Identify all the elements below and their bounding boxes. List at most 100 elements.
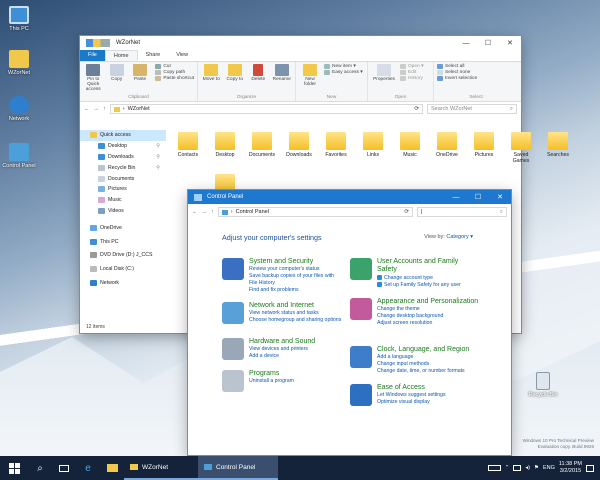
copy-to-button[interactable]: Copy to xyxy=(225,64,246,93)
refresh-icon[interactable]: ⟳ xyxy=(404,209,412,215)
close-button[interactable]: ✕ xyxy=(499,36,521,50)
cut-button[interactable]: Cut xyxy=(155,64,194,69)
category-link-save-backup-copies-of-your-files-with-file-history[interactable]: Save backup copies of your files with Fi… xyxy=(249,273,342,287)
desktop-icon-recycle-bin[interactable]: Recycle Bin xyxy=(526,372,560,398)
taskbar-app-control-panel[interactable]: Control Panel xyxy=(198,456,278,480)
category-link-change-desktop-background[interactable]: Change desktop background xyxy=(377,313,478,320)
category-link-let-windows-suggest-settings[interactable]: Let Windows suggest settings xyxy=(377,392,446,399)
start-button[interactable] xyxy=(0,456,28,480)
tab-home[interactable]: Home xyxy=(104,50,138,61)
select-none-button[interactable]: Select none xyxy=(437,70,477,75)
forward-arrow-icon[interactable]: → xyxy=(202,209,208,215)
up-arrow-icon[interactable]: ↑ xyxy=(211,209,214,215)
category-title-link[interactable]: Ease of Access xyxy=(377,384,446,392)
tab-share[interactable]: Share xyxy=(138,50,169,61)
language-indicator[interactable]: ENG xyxy=(543,465,555,471)
close-button[interactable]: ✕ xyxy=(489,190,511,204)
category-link-change-account-type[interactable]: Change account type xyxy=(377,275,480,282)
notifications-icon[interactable] xyxy=(586,464,594,472)
file-explorer-button[interactable] xyxy=(100,456,124,480)
nav-item-desktop[interactable]: Desktop ⚲ xyxy=(80,141,166,152)
nav-item-pictures[interactable]: Pictures xyxy=(80,184,166,195)
taskbar-app-wzornet[interactable]: WZorNet xyxy=(124,456,198,480)
category-link-change-date-time-or-number-formats[interactable]: Change date, time, or number formats xyxy=(377,368,469,375)
paste-shortcut-button[interactable]: Paste shortcut xyxy=(155,76,194,81)
refresh-icon[interactable]: ⟳ xyxy=(414,106,422,112)
category-title-link[interactable]: Clock, Language, and Region xyxy=(377,346,469,354)
category-title-link[interactable]: Programs xyxy=(249,370,294,378)
move-to-button[interactable]: Move to xyxy=(201,64,222,93)
category-link-change-input-methods[interactable]: Change input methods xyxy=(377,361,469,368)
folder-contacts[interactable]: Contacts xyxy=(172,132,204,158)
back-arrow-icon[interactable]: ← xyxy=(192,209,198,215)
rename-button[interactable]: Rename xyxy=(272,64,293,93)
maximize-button[interactable]: ☐ xyxy=(467,190,489,204)
nav-item-quick-access[interactable]: Quick access xyxy=(80,130,166,141)
desktop-icon-this-pc[interactable]: This PC xyxy=(2,6,36,32)
category-link-uninstall-a-program[interactable]: Uninstall a program xyxy=(249,378,294,385)
category-link-add-a-device[interactable]: Add a device xyxy=(249,353,315,360)
edit-button[interactable]: Edit xyxy=(400,70,423,75)
category-title-link[interactable]: Appearance and Personalization xyxy=(377,298,478,306)
minimize-button[interactable]: — xyxy=(445,190,467,204)
category-title-link[interactable]: System and Security xyxy=(249,258,342,266)
tab-view[interactable]: View xyxy=(168,50,196,61)
invert-selection-button[interactable]: Invert selection xyxy=(437,76,477,81)
category-link-find-and-fix-problems[interactable]: Find and fix problems xyxy=(249,287,342,294)
cp-search-input[interactable]: | ⌕ xyxy=(417,207,507,217)
nav-item-videos[interactable]: Videos xyxy=(80,206,166,217)
category-link-set-up-family-safety-for-any-user[interactable]: Set up Family Safety for any user xyxy=(377,282,480,289)
search-button[interactable]: ⌕ xyxy=(28,456,52,480)
nav-item-onedrive[interactable]: OneDrive xyxy=(80,222,166,233)
search-input[interactable]: Search WZorNet ⌕ xyxy=(427,104,517,114)
nav-item-recycle-bin[interactable]: Recycle Bin ⚲ xyxy=(80,162,166,173)
network-icon[interactable] xyxy=(513,465,522,471)
folder-pictures[interactable]: Pictures xyxy=(468,132,500,158)
open-button[interactable]: Open ▾ xyxy=(400,64,423,69)
folder-links[interactable]: Links xyxy=(357,132,389,158)
task-view-button[interactable] xyxy=(52,456,76,480)
select-all-button[interactable]: Select all xyxy=(437,64,477,69)
category-link-adjust-screen-resolution[interactable]: Adjust screen resolution xyxy=(377,320,478,327)
keyboard-icon[interactable] xyxy=(487,465,501,471)
quick-access-toolbar-icons[interactable] xyxy=(86,39,110,47)
copy-button[interactable]: Copy xyxy=(106,64,126,93)
folder-onedrive[interactable]: OneDrive xyxy=(431,132,463,158)
forward-arrow-icon[interactable]: → xyxy=(94,106,100,112)
desktop-icon-wzornet[interactable]: WZorNet xyxy=(2,50,36,76)
nav-item-this-pc[interactable]: This PC xyxy=(80,236,166,247)
folder-documents[interactable]: Documents xyxy=(246,132,278,158)
category-title-link[interactable]: Network and Internet xyxy=(249,302,341,310)
nav-item-network[interactable]: Network xyxy=(80,278,166,289)
delete-button[interactable]: Delete xyxy=(248,64,269,93)
new-item-button[interactable]: New item ▾ xyxy=(324,64,363,69)
cp-address-bar[interactable]: › Control Panel ⟳ xyxy=(217,207,413,217)
minimize-button[interactable]: — xyxy=(455,36,477,50)
history-button[interactable]: History xyxy=(400,76,423,81)
properties-button[interactable]: Properties xyxy=(371,64,397,93)
category-title-link[interactable]: User Accounts and Family Safety xyxy=(377,258,480,275)
category-link-view-devices-and-printers[interactable]: View devices and printers xyxy=(249,346,315,353)
category-link-review-your-computer-s-status[interactable]: Review your computer's status xyxy=(249,266,342,273)
category-link-choose-homegroup-and-sharing-options[interactable]: Choose homegroup and sharing options xyxy=(249,317,341,324)
folder-downloads[interactable]: Downloads xyxy=(283,132,315,158)
maximize-button[interactable]: ☐ xyxy=(477,36,499,50)
nav-item-documents[interactable]: Documents xyxy=(80,173,166,184)
category-link-optimize-visual-display[interactable]: Optimize visual display xyxy=(377,399,446,406)
category-title-link[interactable]: Hardware and Sound xyxy=(249,338,315,346)
address-bar[interactable]: › WZorNet ⟳ xyxy=(109,104,423,114)
category-link-view-network-status-and-tasks[interactable]: View network status and tasks xyxy=(249,310,341,317)
folder-saved-games[interactable]: Saved Games xyxy=(505,132,537,164)
new-folder-button[interactable]: New folder xyxy=(299,64,321,93)
internet-explorer-button[interactable]: e xyxy=(76,456,100,480)
copy-path-button[interactable]: Copy path xyxy=(155,70,194,75)
folder-searches[interactable]: Searches xyxy=(542,132,574,158)
up-arrow-icon[interactable]: ↑ xyxy=(103,106,106,112)
view-by-dropdown[interactable]: Category ▾ xyxy=(446,234,473,240)
paste-button[interactable]: Paste xyxy=(130,64,150,93)
nav-item-local-disk-c[interactable]: Local Disk (C:) xyxy=(80,264,166,275)
desktop-icon-control-panel[interactable]: Control Panel xyxy=(2,143,36,169)
pin-button[interactable]: Pin to Quick access xyxy=(83,64,103,93)
back-arrow-icon[interactable]: ← xyxy=(84,106,90,112)
folder-favorites[interactable]: Favorites xyxy=(320,132,352,158)
